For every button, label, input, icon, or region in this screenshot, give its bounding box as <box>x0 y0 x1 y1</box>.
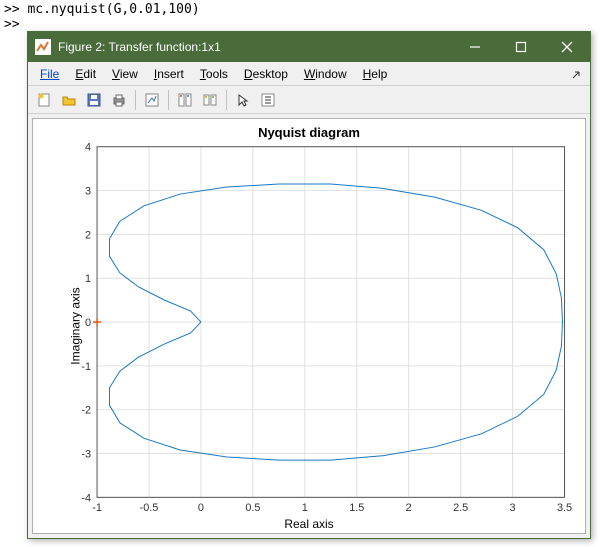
maximize-button[interactable] <box>498 32 544 62</box>
edit-plot-button[interactable] <box>140 88 164 112</box>
menu-file[interactable]: File <box>32 65 67 83</box>
titlebar[interactable]: Figure 2: Transfer function:1x1 <box>28 32 590 62</box>
menu-view[interactable]: View <box>104 65 146 83</box>
minimize-button[interactable] <box>452 32 498 62</box>
svg-text:3: 3 <box>510 502 516 514</box>
insert-colorbar-button[interactable] <box>256 88 280 112</box>
terminal-prompt: >> <box>4 17 596 32</box>
menu-tools[interactable]: Tools <box>192 65 236 83</box>
plot-area[interactable]: Nyquist diagram Imaginary axis Real axis… <box>32 118 586 534</box>
menubar: File Edit View Insert Tools Desktop Wind… <box>28 62 590 86</box>
menu-insert[interactable]: Insert <box>146 65 192 83</box>
print-button[interactable] <box>107 88 131 112</box>
dock-icon[interactable] <box>572 67 586 81</box>
svg-text:-0.5: -0.5 <box>140 502 159 514</box>
matlab-figure-icon <box>34 38 52 56</box>
menu-help[interactable]: Help <box>355 65 396 83</box>
svg-text:1.5: 1.5 <box>349 502 364 514</box>
menu-desktop[interactable]: Desktop <box>236 65 296 83</box>
link-axes-button[interactable] <box>198 88 222 112</box>
nyquist-plot-svg: -1 -0.5 0 0.5 1 1.5 2 2.5 3 3.5 -4 -3 -2 -1 0 1 2 3 4 <box>33 119 585 533</box>
svg-text:-4: -4 <box>81 492 91 504</box>
svg-text:1: 1 <box>85 273 91 285</box>
svg-text:0: 0 <box>85 317 91 329</box>
terminal-line: >> mc.nyquist(G,0.01,100) <box>4 2 596 17</box>
svg-text:-3: -3 <box>81 448 91 460</box>
tile-button[interactable] <box>173 88 197 112</box>
svg-text:-1: -1 <box>81 361 91 373</box>
figure-window: Figure 2: Transfer function:1x1 File Edi… <box>27 31 591 539</box>
svg-text:4: 4 <box>85 142 91 154</box>
svg-text:-2: -2 <box>81 405 91 417</box>
save-button[interactable] <box>82 88 106 112</box>
pointer-button[interactable] <box>231 88 255 112</box>
svg-text:2.5: 2.5 <box>453 502 468 514</box>
menu-window[interactable]: Window <box>296 65 355 83</box>
menu-edit[interactable]: Edit <box>67 65 104 83</box>
toolbar <box>28 86 590 114</box>
svg-text:2: 2 <box>406 502 412 514</box>
close-button[interactable] <box>544 32 590 62</box>
window-title: Figure 2: Transfer function:1x1 <box>58 40 452 54</box>
new-figure-button[interactable] <box>32 88 56 112</box>
terminal[interactable]: >> mc.nyquist(G,0.01,100) >> <box>0 0 600 34</box>
svg-text:3: 3 <box>85 186 91 198</box>
svg-text:2: 2 <box>85 229 91 241</box>
open-button[interactable] <box>57 88 81 112</box>
svg-text:0.5: 0.5 <box>245 502 260 514</box>
svg-text:3.5: 3.5 <box>557 502 572 514</box>
svg-text:-1: -1 <box>92 502 102 514</box>
svg-text:0: 0 <box>198 502 204 514</box>
svg-text:1: 1 <box>302 502 308 514</box>
